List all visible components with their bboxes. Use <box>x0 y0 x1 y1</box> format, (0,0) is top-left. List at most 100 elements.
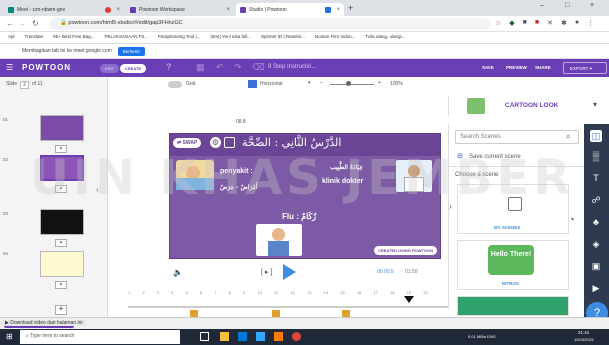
search-scenes-input[interactable]: Search Scenes ⌕ <box>455 130 579 144</box>
zoom-slider-handle[interactable] <box>346 81 351 86</box>
reload-icon[interactable]: ↻ <box>32 19 39 28</box>
timeline-tick: 15 <box>340 290 345 295</box>
grid-icon[interactable]: ▦ <box>196 62 205 73</box>
zoom-out-icon[interactable]: – <box>320 80 323 86</box>
extension-icon[interactable]: ◆ <box>509 19 514 27</box>
flu-label[interactable]: Flu : زُكَامٌ <box>282 212 316 221</box>
new-tab-button[interactable]: + <box>348 3 353 13</box>
download-video-link[interactable]: ▶ Download video dari halaman ini <box>2 320 86 326</box>
explorer-icon[interactable] <box>220 332 229 341</box>
star-icon[interactable]: ☆ <box>495 19 501 27</box>
help-icon[interactable]: ? <box>166 62 171 72</box>
tab-studio[interactable]: Studio | Powtoon × <box>236 3 344 16</box>
play-icon[interactable] <box>283 264 296 280</box>
clock-time: 21:41 <box>578 330 590 335</box>
slide-title[interactable]: الدَّرْسُ الثَّانِي : الصِّحَّة <box>242 136 341 149</box>
bookmark-item[interactable]: 05+ Best Free Bag... <box>53 34 94 41</box>
timeline-end-marker[interactable] <box>404 296 414 303</box>
stop-sharing-button[interactable]: Berhenti <box>117 46 145 56</box>
forward-icon[interactable]: → <box>18 19 26 28</box>
swap-button[interactable]: ⇄ SWAP <box>173 138 202 148</box>
slide-thumbnail-4[interactable] <box>40 251 84 277</box>
video-icon[interactable]: ▶ <box>590 282 602 294</box>
slide-number-input[interactable]: 2 <box>20 81 29 89</box>
intros-card[interactable]: Hello There! INTROS <box>457 240 569 290</box>
characters-card[interactable] <box>457 296 569 316</box>
puzzle-icon[interactable]: ✱ <box>561 19 567 27</box>
share-button[interactable]: SHARE <box>535 65 551 70</box>
photoshop-icon[interactable] <box>256 332 265 341</box>
store-icon[interactable] <box>238 332 247 341</box>
search-icon[interactable]: ⌕ <box>566 132 570 142</box>
look-selector[interactable]: CARTOON LOOK ▾ <box>448 96 608 116</box>
volume-icon[interactable]: 🔈 <box>173 268 183 277</box>
bracket-play-button[interactable]: [ ▸ ] <box>261 268 272 276</box>
edit-toggle[interactable]: EDIT <box>100 64 120 73</box>
taskbar-search[interactable]: ⌕ Type here to search <box>20 330 180 344</box>
dropdown-icon[interactable]: ▾ <box>571 216 574 223</box>
scenes-icon[interactable]: ◫ <box>590 130 602 142</box>
chevron-down-icon[interactable]: ▾ <box>593 100 597 109</box>
undo-icon[interactable]: ↶ <box>216 62 224 73</box>
zoom-in-icon[interactable]: + <box>378 80 381 86</box>
image-icon[interactable]: ▣ <box>590 260 602 272</box>
delete-icon[interactable]: ⌫ <box>252 62 265 73</box>
zoom-slider[interactable] <box>330 84 374 85</box>
illustrator-icon[interactable] <box>274 332 283 341</box>
share-notice-text: Membagikan tab ini ke meet.google.com <box>22 48 112 54</box>
extension-icon[interactable]: ■ <box>535 19 539 27</box>
preview-button[interactable]: PREVIEW <box>506 65 527 70</box>
orientation-select[interactable]: Horizontal <box>260 81 283 87</box>
bookmark-item[interactable]: PELAKSANAAN P2... <box>105 34 149 41</box>
bookmark-item[interactable]: Paraphrasing Tool |... <box>158 34 200 41</box>
bookmark-item[interactable]: Translate <box>25 34 44 41</box>
url-field[interactable]: 🔒 powtoon.com/html5-studio/#/edit/gap3FH… <box>50 18 490 30</box>
gear-icon[interactable]: ⚙ <box>210 137 221 148</box>
slide-thumbnail-1[interactable] <box>40 115 84 141</box>
tab-workspace[interactable]: Powtoon Workspace × <box>126 3 234 16</box>
new-slide-plus-button[interactable]: + <box>55 305 67 315</box>
props-icon[interactable]: ♣ <box>590 216 602 228</box>
pattern-icon[interactable]: ▒ <box>590 150 602 162</box>
extension-icon[interactable]: ■ <box>523 19 527 27</box>
maximize-button[interactable]: □ <box>565 2 569 9</box>
characters-icon[interactable]: ☍ <box>590 194 602 206</box>
shapes-icon[interactable]: ◈ <box>590 238 602 250</box>
redo-icon[interactable]: ↷ <box>234 62 242 73</box>
windows-start-icon[interactable]: ⊞ <box>6 332 13 341</box>
close-icon[interactable]: × <box>226 7 230 13</box>
bookmark-item[interactable]: Tulis ulang, ulangi... <box>365 34 405 41</box>
bookmark-item[interactable]: Nonton Film Indon... <box>315 34 356 41</box>
slide-thumbnail-3[interactable] <box>40 209 84 235</box>
bookmark-item[interactable]: (604) Yeni inka full... <box>210 34 251 41</box>
close-icon[interactable]: × <box>336 7 340 13</box>
menu-icon[interactable]: ☰ <box>6 63 13 72</box>
timeline[interactable]: 1 2 3 4 5 6 7 8 9 10 11 12 13 14 15 16 17 18 19 20 <box>128 290 448 320</box>
bookmark-item[interactable]: Spinner ID | Rewrite... <box>261 34 305 41</box>
back-icon[interactable]: ← <box>6 19 14 28</box>
add-slide-button[interactable]: ▪ <box>55 239 67 247</box>
timeline-tick: 1 <box>128 290 131 295</box>
extension-icon[interactable]: ✕ <box>547 19 553 27</box>
tab-meet[interactable]: Meet - czn-nbwm-gov × <box>4 3 124 16</box>
minimize-button[interactable]: – <box>540 2 544 9</box>
flu-character-image[interactable] <box>256 224 302 256</box>
profile-icon[interactable]: ● <box>575 19 579 27</box>
task-view-icon[interactable] <box>200 332 209 341</box>
timeline-tick: 14 <box>323 290 329 295</box>
project-title[interactable]: 8 Step Instructio... <box>268 64 316 70</box>
dropdown-icon[interactable]: ▾ <box>308 80 311 86</box>
menu-icon[interactable]: ⋮ <box>587 19 594 27</box>
powtoon-badge: CREATED USING POWTOON <box>374 246 437 255</box>
save-button[interactable]: SAVE <box>482 65 494 70</box>
create-toggle[interactable]: CREATE <box>120 64 147 73</box>
close-icon[interactable]: × <box>116 7 120 13</box>
chrome-icon[interactable] <box>292 332 301 341</box>
copy-icon[interactable] <box>224 137 235 148</box>
text-icon[interactable]: T <box>590 172 602 184</box>
add-slide-button[interactable]: ▪ <box>55 281 67 289</box>
close-window-button[interactable]: × <box>590 2 594 9</box>
grid-toggle[interactable] <box>168 81 182 88</box>
export-button[interactable]: EXPORT ▾ <box>563 62 607 74</box>
bookmark-item[interactable]: Apl <box>8 34 15 41</box>
